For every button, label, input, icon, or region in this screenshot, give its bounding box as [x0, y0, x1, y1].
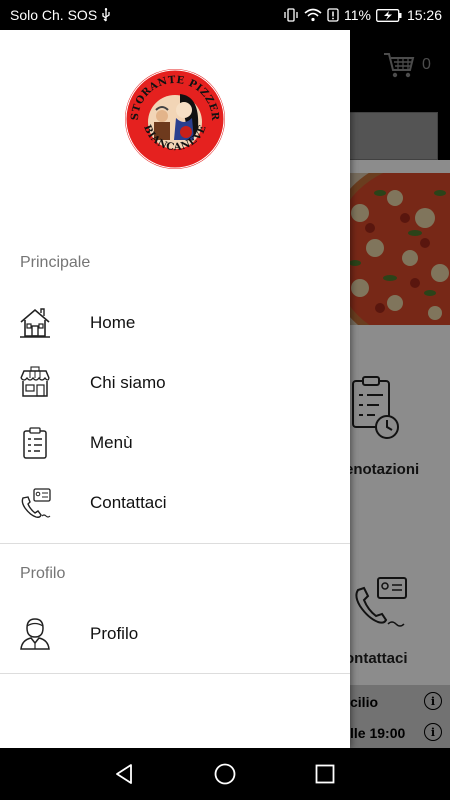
status-bar: Solo Ch. SOS 11% 15:26: [0, 0, 450, 30]
drawer-item-profilo[interactable]: Profilo: [0, 604, 350, 664]
battery-percent: 11%: [343, 7, 371, 23]
usb-icon: [101, 8, 111, 22]
home-circle-icon[interactable]: [213, 762, 237, 786]
drawer-item-label: Menù: [90, 433, 133, 452]
drawer-item-label: Contattaci: [90, 493, 167, 512]
alert-icon: [327, 8, 339, 22]
section-title-profilo: Profilo: [20, 565, 66, 582]
drawer-item-label: Home: [90, 313, 136, 332]
recents-square-icon[interactable]: [313, 762, 337, 786]
navigation-drawer: RISTORANTE PIZZERIA BIANCANEVE Principal…: [0, 30, 350, 748]
battery-charging-icon: [376, 8, 402, 22]
user-icon: [18, 617, 52, 651]
phone-contact-icon: [18, 486, 52, 520]
shop-icon: [18, 366, 52, 400]
back-triangle-icon[interactable]: [113, 762, 137, 786]
home-icon: [18, 306, 52, 340]
clock: 15:26: [406, 7, 442, 23]
drawer-item-menu[interactable]: Menù: [0, 413, 350, 473]
drawer-item-contattaci[interactable]: Contattaci: [0, 473, 350, 533]
drawer-divider: [0, 543, 350, 544]
wifi-icon: [304, 8, 322, 22]
status-left: Solo Ch. SOS: [10, 7, 111, 23]
system-nav-bar: [0, 748, 450, 800]
vibrate-icon: [283, 8, 299, 22]
drawer-item-label: Profilo: [90, 624, 139, 643]
drawer-item-home[interactable]: Home: [0, 293, 350, 353]
carrier-label: Solo Ch. SOS: [10, 7, 98, 23]
section-title-principale: Principale: [20, 254, 91, 271]
drawer-item-chi-siamo[interactable]: Chi siamo: [0, 353, 350, 413]
drawer-item-label: Chi siamo: [90, 373, 166, 392]
drawer-divider: [0, 673, 350, 674]
status-right: 11% 15:26: [283, 7, 442, 23]
restaurant-logo: RISTORANTE PIZZERIA BIANCANEVE: [119, 60, 226, 170]
menu-list-icon: [18, 426, 52, 460]
